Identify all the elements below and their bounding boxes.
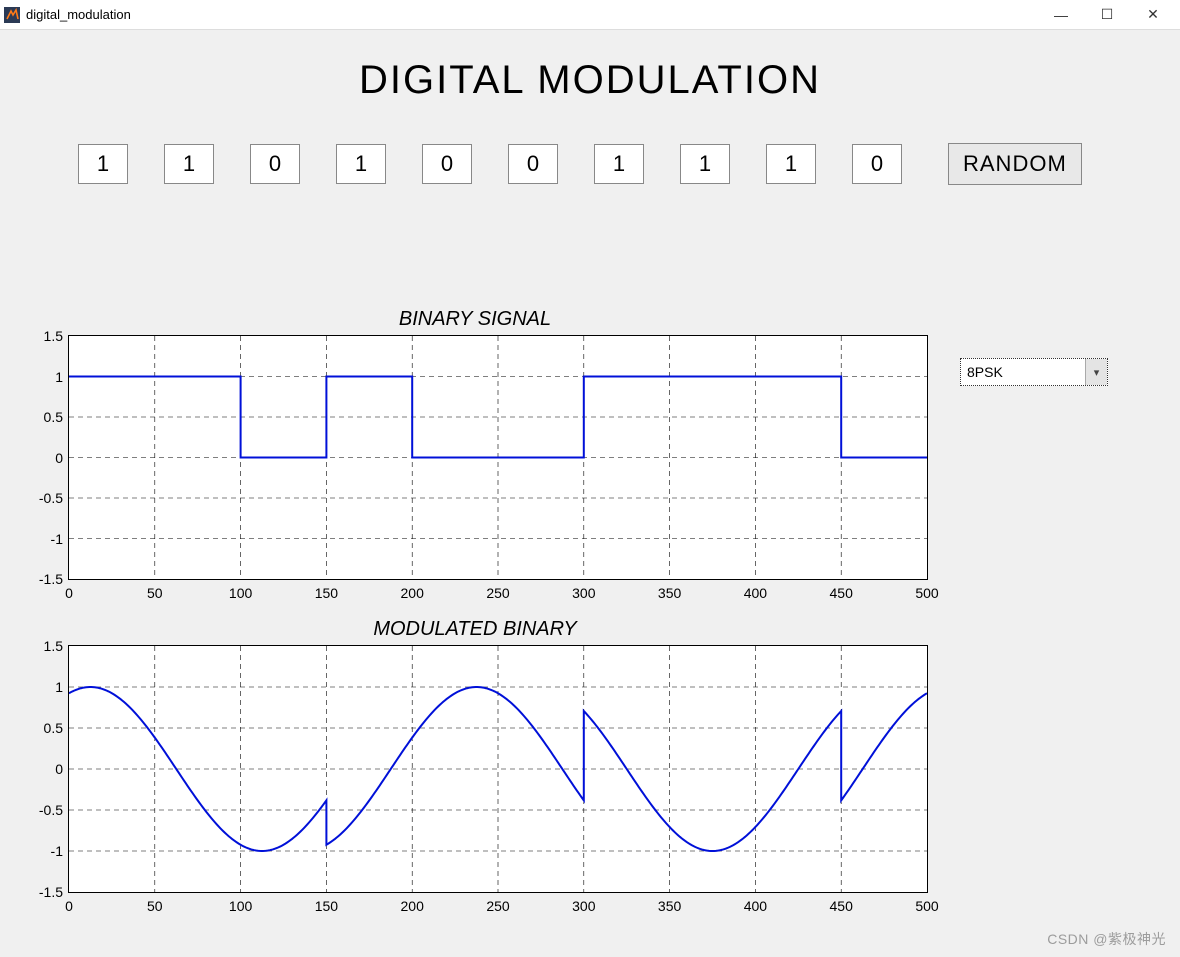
chart1-wrap: -1.5-1-0.500.511.50501001502002503003504… [68, 335, 928, 580]
xtick-label: 450 [830, 585, 853, 601]
dropdown-selected-label: 8PSK [961, 364, 1085, 380]
bit-input-1[interactable]: 1 [164, 144, 214, 184]
xtick-label: 50 [147, 898, 163, 914]
xtick-label: 400 [744, 585, 767, 601]
xtick-label: 350 [658, 898, 681, 914]
chart2-wrap: -1.5-1-0.500.511.50501001502002503003504… [68, 645, 928, 893]
ytick-label: -0.5 [39, 490, 63, 506]
window-titlebar: digital_modulation — ☐ ✕ [0, 0, 1180, 30]
bit-input-9[interactable]: 0 [852, 144, 902, 184]
ytick-label: 1.5 [44, 638, 63, 654]
xtick-label: 300 [572, 898, 595, 914]
xtick-label: 100 [229, 585, 252, 601]
ytick-label: -0.5 [39, 802, 63, 818]
chart2-axes[interactable]: -1.5-1-0.500.511.50501001502002503003504… [68, 645, 928, 893]
bit-input-row: 1 1 0 1 0 0 1 1 1 0 RANDOM [0, 143, 1180, 185]
ytick-label: 0.5 [44, 409, 63, 425]
modulation-dropdown[interactable]: 8PSK ▾ [960, 358, 1108, 386]
ytick-label: 1 [55, 369, 63, 385]
xtick-label: 350 [658, 585, 681, 601]
xtick-label: 450 [830, 898, 853, 914]
xtick-label: 0 [65, 585, 73, 601]
charts-area: BINARY SIGNAL -1.5-1-0.500.511.505010015… [10, 298, 940, 893]
chart1-title: BINARY SIGNAL [10, 308, 940, 331]
matlab-icon [4, 7, 20, 23]
xtick-label: 150 [315, 585, 338, 601]
bit-input-6[interactable]: 1 [594, 144, 644, 184]
watermark-text: CSDN @紫极神光 [1047, 929, 1166, 949]
maximize-button[interactable]: ☐ [1084, 0, 1130, 30]
chevron-down-icon: ▾ [1085, 359, 1107, 385]
xtick-label: 250 [486, 898, 509, 914]
xtick-label: 0 [65, 898, 73, 914]
xtick-label: 500 [915, 585, 938, 601]
bit-input-3[interactable]: 1 [336, 144, 386, 184]
ytick-label: 0 [55, 761, 63, 777]
close-button[interactable]: ✕ [1130, 0, 1176, 30]
bit-input-8[interactable]: 1 [766, 144, 816, 184]
window-title: digital_modulation [26, 7, 131, 22]
xtick-label: 400 [744, 898, 767, 914]
figure-content: DIGITAL MODULATION 1 1 0 1 0 0 1 1 1 0 R… [0, 58, 1180, 957]
bit-input-2[interactable]: 0 [250, 144, 300, 184]
page-title: DIGITAL MODULATION [0, 58, 1180, 103]
bit-input-5[interactable]: 0 [508, 144, 558, 184]
ytick-label: -1.5 [39, 884, 63, 900]
ytick-label: 1.5 [44, 328, 63, 344]
chart1-axes[interactable]: -1.5-1-0.500.511.50501001502002503003504… [68, 335, 928, 580]
ytick-label: 0.5 [44, 720, 63, 736]
ytick-label: -1 [51, 531, 63, 547]
ytick-label: -1 [51, 843, 63, 859]
xtick-label: 150 [315, 898, 338, 914]
bit-input-0[interactable]: 1 [78, 144, 128, 184]
minimize-button[interactable]: — [1038, 0, 1084, 30]
bit-input-4[interactable]: 0 [422, 144, 472, 184]
chart2-title: MODULATED BINARY [10, 618, 940, 641]
xtick-label: 200 [401, 898, 424, 914]
xtick-label: 50 [147, 585, 163, 601]
ytick-label: -1.5 [39, 571, 63, 587]
ytick-label: 0 [55, 450, 63, 466]
xtick-label: 500 [915, 898, 938, 914]
xtick-label: 250 [486, 585, 509, 601]
ytick-label: 1 [55, 679, 63, 695]
modulation-dropdown-wrap: 8PSK ▾ [960, 358, 1108, 386]
bit-input-7[interactable]: 1 [680, 144, 730, 184]
random-button[interactable]: RANDOM [948, 143, 1082, 185]
window-controls: — ☐ ✕ [1038, 0, 1176, 30]
xtick-label: 200 [401, 585, 424, 601]
xtick-label: 300 [572, 585, 595, 601]
xtick-label: 100 [229, 898, 252, 914]
